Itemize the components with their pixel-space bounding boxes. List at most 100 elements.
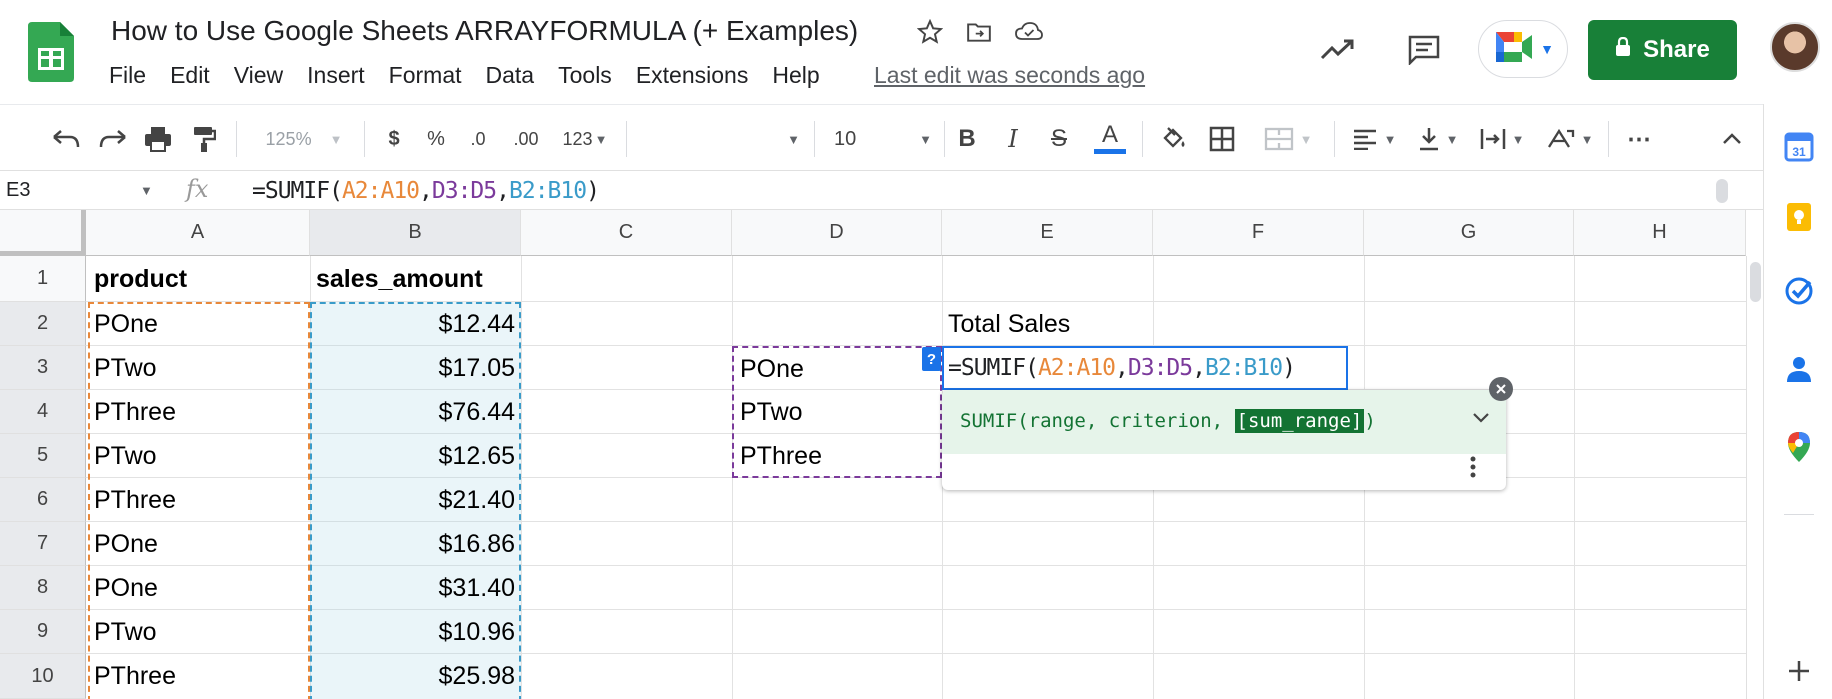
add-addon-icon[interactable] <box>1782 654 1816 688</box>
name-box-caret-icon[interactable]: ▼ <box>140 183 153 198</box>
strikethrough-button[interactable]: S <box>1044 123 1074 155</box>
document-title[interactable]: How to Use Google Sheets ARRAYFORMULA (+… <box>111 15 858 47</box>
cell-d3[interactable]: POne <box>734 347 942 391</box>
undo-icon[interactable] <box>48 123 84 155</box>
cell-a6[interactable]: PThree <box>88 478 310 522</box>
calendar-icon[interactable]: 31 <box>1782 130 1816 164</box>
tasks-icon[interactable] <box>1782 274 1816 308</box>
keep-notes-icon[interactable] <box>1782 200 1816 234</box>
borders-icon[interactable] <box>1206 123 1238 155</box>
menu-tools[interactable]: Tools <box>558 62 612 89</box>
column-header-h[interactable]: H <box>1574 210 1746 256</box>
bold-button[interactable]: B <box>952 123 982 155</box>
zoom-select[interactable]: 125% ▼ <box>256 123 352 155</box>
cell-a7[interactable]: POne <box>88 522 310 566</box>
font-size-select[interactable]: 10 ▼ <box>834 123 932 155</box>
maps-icon[interactable] <box>1782 430 1816 464</box>
cell-b1[interactable]: sales_amount <box>310 257 521 301</box>
font-family-select[interactable]: ▼ <box>640 123 800 155</box>
column-header-c[interactable]: C <box>521 210 732 256</box>
cell-b2[interactable]: $12.44 <box>310 302 521 346</box>
cell-a1[interactable]: product <box>88 257 310 301</box>
column-header-e[interactable]: E <box>942 210 1153 256</box>
contacts-icon[interactable] <box>1782 352 1816 386</box>
cell-a3[interactable]: PTwo <box>88 346 310 390</box>
percent-format-button[interactable]: % <box>422 123 450 155</box>
cell-b4[interactable]: $76.44 <box>310 390 521 434</box>
cell-b8[interactable]: $31.40 <box>310 566 521 610</box>
name-box[interactable]: E3 <box>6 179 30 202</box>
text-color-button[interactable]: A <box>1092 122 1128 155</box>
cell-d5[interactable]: PThree <box>734 434 942 478</box>
italic-button[interactable]: I <box>998 123 1028 155</box>
comments-icon[interactable] <box>1404 30 1444 70</box>
menu-help[interactable]: Help <box>772 62 819 89</box>
menu-file[interactable]: File <box>109 62 146 89</box>
fill-color-icon[interactable] <box>1158 123 1190 155</box>
scrollbar-thumb[interactable] <box>1750 262 1761 302</box>
formula-bar-scrollbar[interactable] <box>1716 179 1728 203</box>
star-icon[interactable] <box>914 16 946 48</box>
menu-format[interactable]: Format <box>389 62 462 89</box>
expand-chevron-down-icon[interactable] <box>1472 408 1490 429</box>
cell-a2[interactable]: POne <box>88 302 310 346</box>
horizontal-align-icon[interactable]: ▼ <box>1346 123 1402 155</box>
text-rotation-icon[interactable]: ▼ <box>1542 123 1598 155</box>
cell-a4[interactable]: PThree <box>88 390 310 434</box>
avatar[interactable] <box>1770 22 1820 72</box>
row-header-7[interactable]: 7 <box>0 522 86 566</box>
formula-help-button[interactable]: ? <box>922 347 941 371</box>
cell-e3-editor[interactable]: =SUMIF(A2:A10, D3:D5, B2:B10) <box>942 346 1348 390</box>
more-options-button[interactable]: ⋯ <box>1622 123 1656 155</box>
vertical-scrollbar[interactable] <box>1746 256 1763 699</box>
cell-d4[interactable]: PTwo <box>734 390 942 434</box>
cell-e2[interactable]: Total Sales <box>942 302 1153 346</box>
cell-b6[interactable]: $21.40 <box>310 478 521 522</box>
cell-b5[interactable]: $12.65 <box>310 434 521 478</box>
more-vert-icon[interactable] <box>1470 456 1476 484</box>
redo-icon[interactable] <box>95 123 131 155</box>
decrease-decimal-button[interactable]: .0 <box>462 123 494 155</box>
menu-edit[interactable]: Edit <box>170 62 210 89</box>
last-edit-link[interactable]: Last edit was seconds ago <box>874 62 1145 89</box>
paint-format-icon[interactable] <box>186 123 222 155</box>
meet-button[interactable]: ▼ <box>1478 20 1568 78</box>
cloud-saved-icon[interactable] <box>1013 16 1045 48</box>
row-header-9[interactable]: 9 <box>0 610 86 654</box>
move-folder-icon[interactable] <box>963 16 995 48</box>
row-header-1[interactable]: 1 <box>0 256 86 302</box>
currency-format-button[interactable]: $ <box>380 123 408 155</box>
menu-data[interactable]: Data <box>486 62 535 89</box>
activity-trend-icon[interactable] <box>1318 30 1358 70</box>
collapse-toolbar-icon[interactable] <box>1716 123 1748 155</box>
column-header-f[interactable]: F <box>1153 210 1364 256</box>
more-formats-button[interactable]: 123 ▼ <box>556 123 614 155</box>
cell-a8[interactable]: POne <box>88 566 310 610</box>
increase-decimal-button[interactable]: .00 <box>508 123 544 155</box>
cell-a10[interactable]: PThree <box>88 654 310 698</box>
sheets-logo-icon[interactable] <box>28 22 74 82</box>
row-header-2[interactable]: 2 <box>0 302 86 346</box>
cell-b7[interactable]: $16.86 <box>310 522 521 566</box>
close-icon[interactable] <box>1489 377 1513 401</box>
row-header-10[interactable]: 10 <box>0 654 86 699</box>
cell-a9[interactable]: PTwo <box>88 610 310 654</box>
cell-b3[interactable]: $17.05 <box>310 346 521 390</box>
function-signature-header[interactable]: SUMIF(range, criterion, [sum_range]) <box>942 390 1506 454</box>
formula-input[interactable]: =SUMIF(A2:A10,D3:D5,B2:B10) <box>252 178 600 204</box>
menu-insert[interactable]: Insert <box>307 62 365 89</box>
print-icon[interactable] <box>140 123 176 155</box>
share-button[interactable]: Share <box>1588 20 1737 80</box>
cell-b10[interactable]: $25.98 <box>310 654 521 698</box>
select-all-corner[interactable] <box>0 210 86 256</box>
menu-extensions[interactable]: Extensions <box>636 62 749 89</box>
row-header-4[interactable]: 4 <box>0 390 86 434</box>
vertical-align-icon[interactable]: ▼ <box>1410 123 1466 155</box>
cell-a5[interactable]: PTwo <box>88 434 310 478</box>
row-header-5[interactable]: 5 <box>0 434 86 478</box>
column-header-g[interactable]: G <box>1364 210 1574 256</box>
row-header-3[interactable]: 3 <box>0 346 86 390</box>
row-header-6[interactable]: 6 <box>0 478 86 522</box>
cell-b9[interactable]: $10.96 <box>310 610 521 654</box>
column-header-a[interactable]: A <box>86 210 310 256</box>
